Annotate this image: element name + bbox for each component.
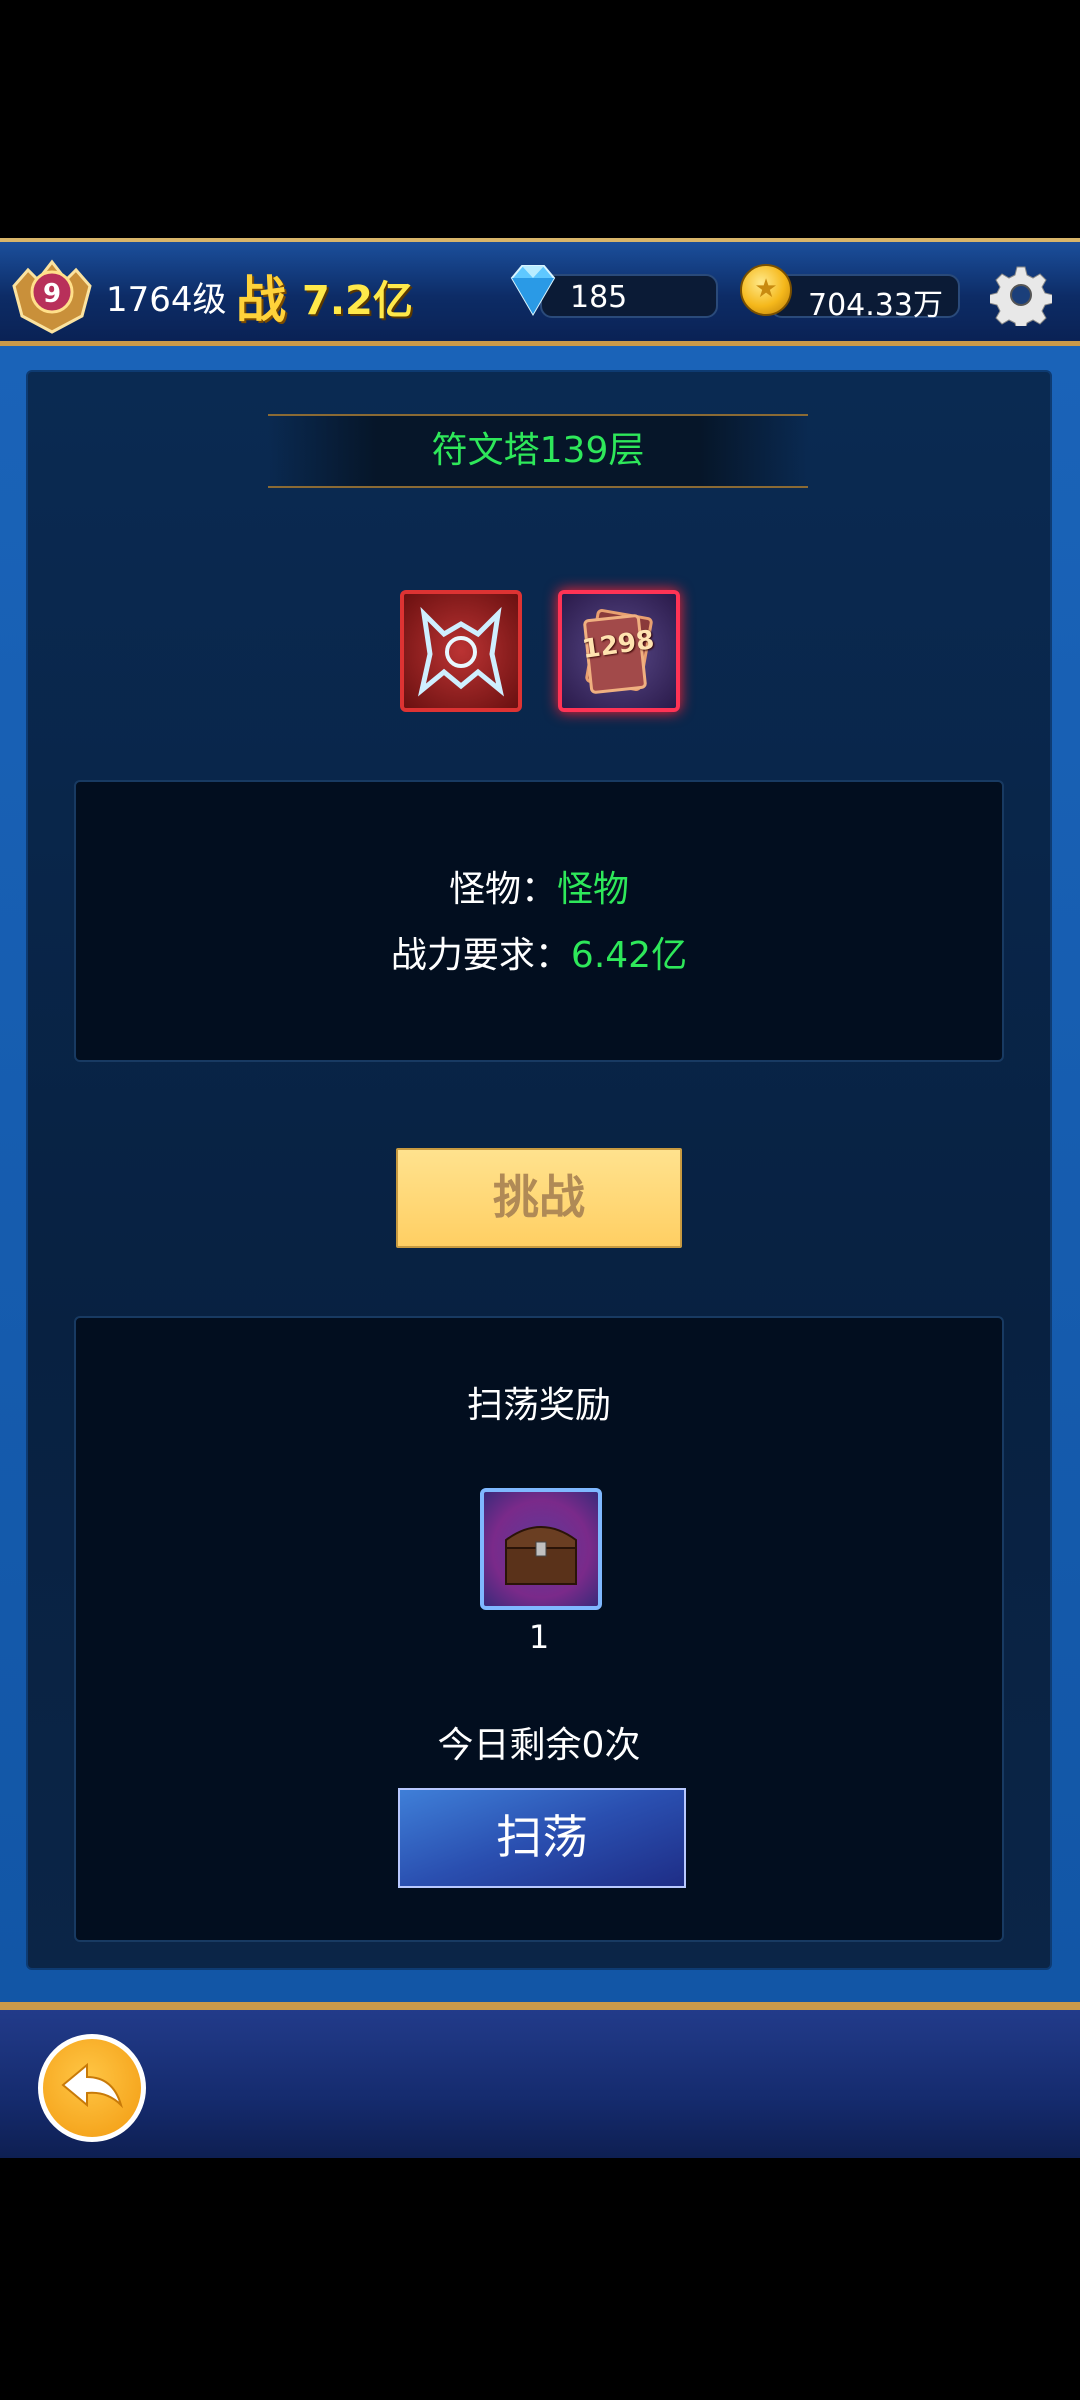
sweep-reward-count: 1 [528, 1618, 550, 1656]
stage-info-box: 怪物：怪物 战力要求：6.42亿 [74, 780, 1004, 1062]
vip-badge-icon[interactable]: 9 [8, 256, 96, 336]
monster-value: 怪物 [557, 869, 630, 910]
power-label: 战 [236, 271, 286, 329]
sweep-button[interactable]: 扫荡 [398, 1788, 686, 1888]
stage-panel: 符文塔139层 1298 怪物：怪物 战力要求：6.42亿 挑战 扫荡奖励 1 … [26, 370, 1052, 1970]
diamond-icon [510, 265, 556, 316]
gold-counter[interactable]: 704.33万 [770, 274, 960, 323]
stage-title: 符文塔139层 [268, 414, 808, 488]
power-requirement-value: 6.42亿 [570, 935, 688, 976]
sweep-reward-title: 扫荡奖励 [466, 1385, 611, 1426]
monster-row: 怪物：怪物 [76, 860, 1002, 912]
settings-gear-icon[interactable] [990, 264, 1052, 326]
bottom-bar [0, 2002, 1080, 2158]
diamond-counter[interactable]: 185 [540, 274, 718, 318]
challenge-button[interactable]: 挑战 [396, 1148, 682, 1248]
treasure-chest-icon [505, 1526, 577, 1585]
gold-amount: 704.33万 [808, 288, 943, 323]
back-arrow-icon [61, 2062, 124, 2109]
power-value: 7.2亿 [302, 278, 413, 324]
remaining-attempts: 今日剩余0次 [437, 1725, 641, 1766]
diamond-amount: 185 [570, 280, 628, 315]
main-area: 符文塔139层 1298 怪物：怪物 战力要求：6.42亿 挑战 扫荡奖励 1 … [0, 346, 1080, 2002]
sweep-reward-box: 扫荡奖励 1 今日剩余0次 扫荡 [74, 1316, 1004, 1942]
power-requirement-label: 战力要求： [390, 935, 571, 976]
power-requirement-row: 战力要求：6.42亿 [76, 926, 1002, 978]
sweep-reward-item[interactable] [480, 1488, 602, 1610]
top-resource-bar: 9 1764级 战 7.2亿 185 704.33万 ★ [0, 238, 1080, 346]
monster-reward-slot[interactable] [400, 590, 522, 712]
monster-label: 怪物： [448, 869, 557, 910]
player-level: 1764级 [106, 280, 227, 320]
back-button[interactable] [38, 2034, 146, 2142]
gold-coin-icon: ★ [740, 264, 792, 316]
card-reward-slot[interactable]: 1298 [558, 590, 680, 712]
monster-icon [417, 606, 505, 697]
svg-text:9: 9 [43, 279, 61, 309]
